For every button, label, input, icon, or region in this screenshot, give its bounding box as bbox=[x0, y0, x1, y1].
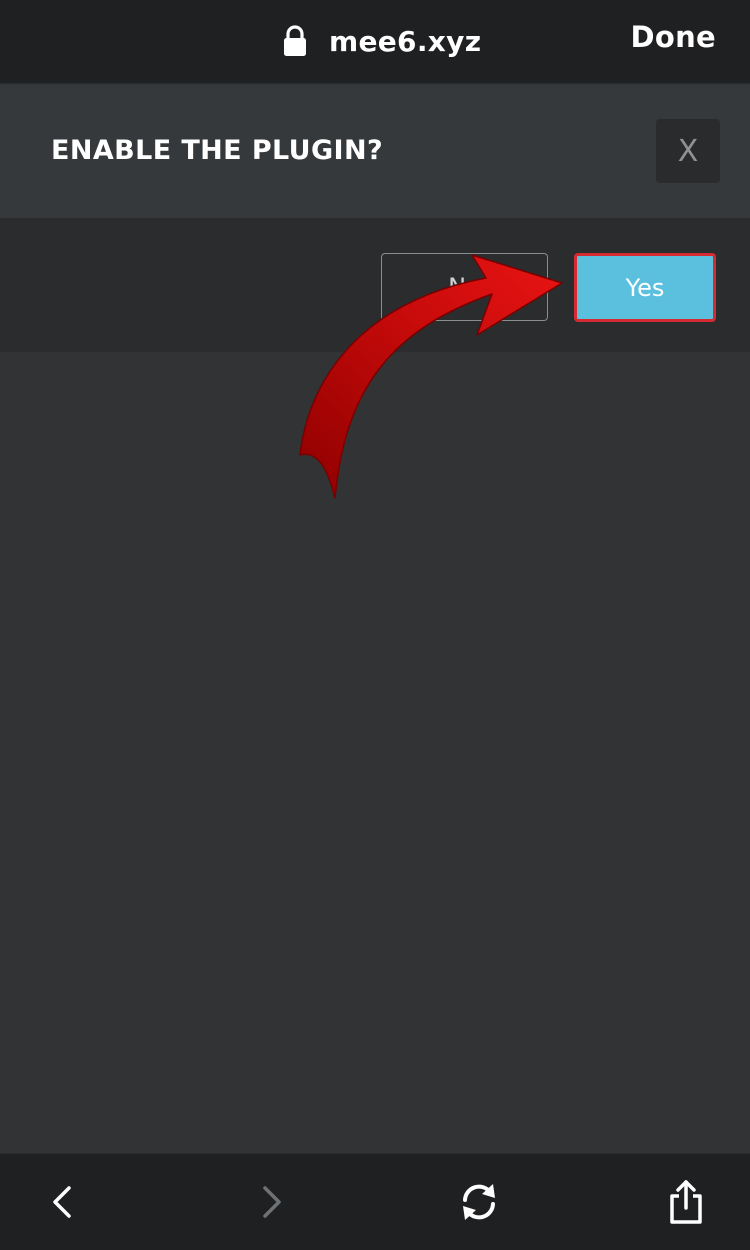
dialog-header: ENABLE THE PLUGIN? X bbox=[0, 85, 750, 218]
reload-icon bbox=[463, 1184, 495, 1220]
back-button[interactable] bbox=[32, 1172, 92, 1232]
share-icon bbox=[670, 1180, 702, 1224]
close-button[interactable]: X bbox=[656, 119, 720, 183]
url-text: mee6.xyz bbox=[329, 24, 482, 58]
forward-button[interactable] bbox=[242, 1172, 302, 1232]
share-button[interactable] bbox=[656, 1172, 716, 1232]
dialog-title: ENABLE THE PLUGIN? bbox=[51, 135, 384, 166]
no-button[interactable]: No bbox=[381, 253, 548, 321]
yes-button[interactable]: Yes bbox=[574, 253, 716, 322]
done-button[interactable]: Done bbox=[630, 20, 716, 54]
browser-bottom-toolbar bbox=[0, 1153, 750, 1250]
page: mee6.xyz Done ENABLE THE PLUGIN? X No Ye… bbox=[0, 0, 750, 1250]
chevron-left-icon bbox=[53, 1186, 71, 1218]
dialog-footer: No Yes bbox=[0, 218, 750, 352]
address-display[interactable]: mee6.xyz bbox=[283, 22, 481, 60]
browser-top-bar: mee6.xyz Done bbox=[0, 0, 750, 84]
chevron-right-icon bbox=[263, 1186, 281, 1218]
lock-icon bbox=[284, 25, 306, 56]
reload-button[interactable] bbox=[449, 1172, 509, 1232]
